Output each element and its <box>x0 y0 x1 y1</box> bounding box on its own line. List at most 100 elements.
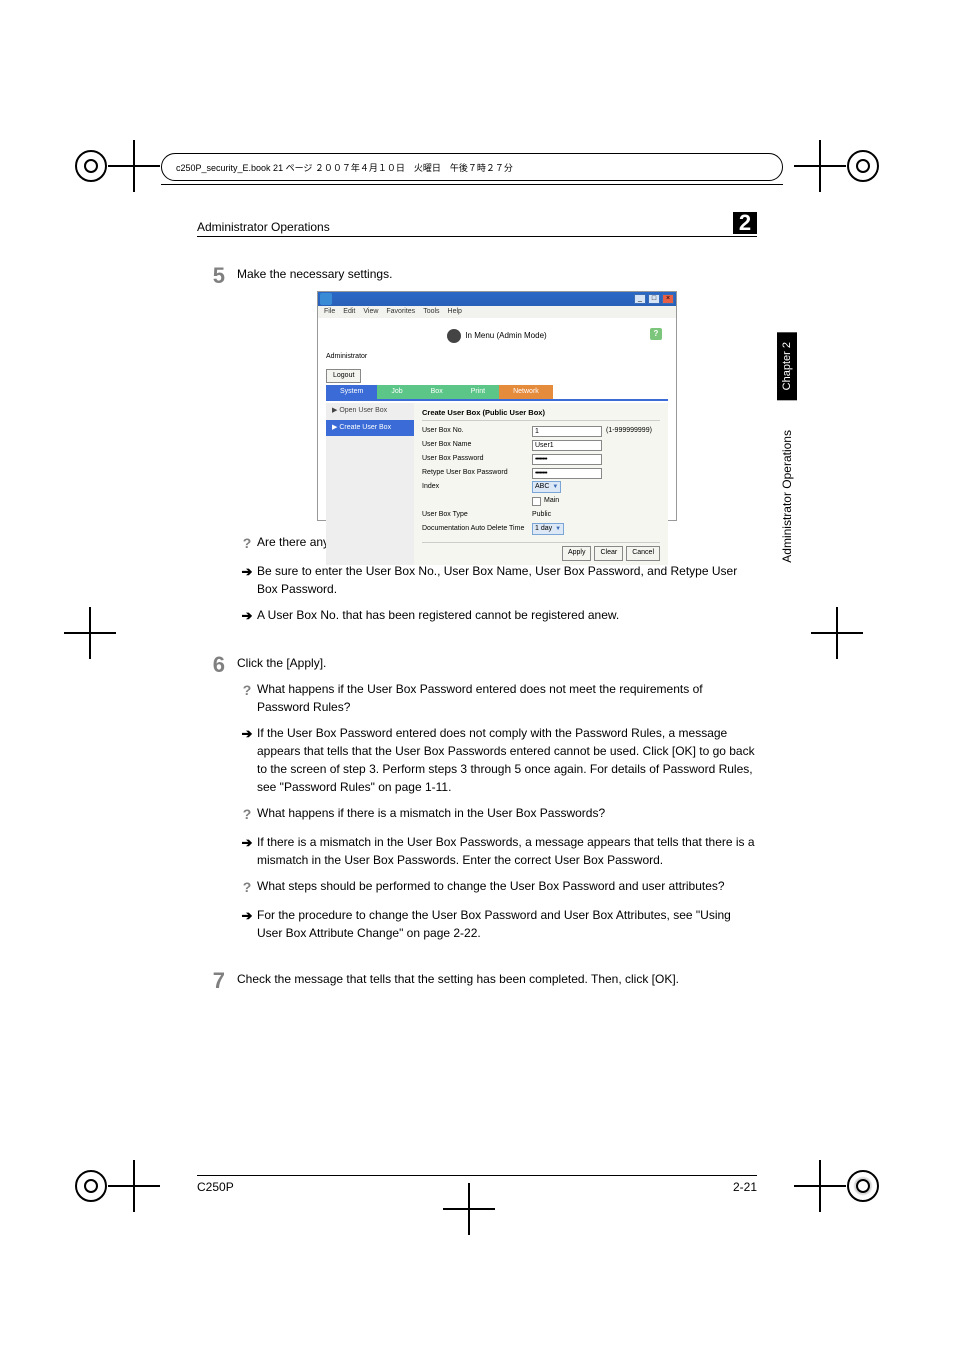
input-user-box-no[interactable]: 1 <box>532 426 602 437</box>
label-main: Main <box>544 496 559 507</box>
chapter-side-text: Administrator Operations <box>780 430 794 563</box>
menu-help[interactable]: Help <box>448 307 462 318</box>
question-icon: ? <box>237 877 257 898</box>
page-title: Administrator Operations <box>197 220 330 234</box>
help-icon[interactable]: ? <box>650 328 662 340</box>
menu-view[interactable]: View <box>363 307 378 318</box>
chapter-number: 2 <box>733 212 757 234</box>
value-user-box-type: Public <box>532 510 551 521</box>
question-icon: ? <box>237 533 257 554</box>
sidebar: Chapter 2 Administrator Operations <box>775 332 799 563</box>
menu-favorites[interactable]: Favorites <box>386 307 415 318</box>
nav-open-user-box[interactable]: ▶ Open User Box <box>326 403 414 420</box>
menu-file[interactable]: File <box>324 307 335 318</box>
answer-text: A User Box No. that has been registered … <box>257 606 757 624</box>
step-number: 5 <box>197 265 237 287</box>
arrow-icon: ➔ <box>237 606 257 626</box>
embedded-screenshot: _ □ × File Edit View Favorites Tools Hel… <box>317 291 677 521</box>
select-auto-delete[interactable]: 1 day▼ <box>532 523 564 535</box>
arrow-icon: ➔ <box>237 562 257 582</box>
app-icon <box>320 293 332 305</box>
step-number: 6 <box>197 654 237 676</box>
label-user-box-type: User Box Type <box>422 510 532 521</box>
maximize-button[interactable]: □ <box>648 294 660 304</box>
step: 6 Click the [Apply]. ?What happens if th… <box>197 654 757 942</box>
menu-edit[interactable]: Edit <box>343 307 355 318</box>
checkbox-main[interactable] <box>532 497 541 506</box>
step: 5 Make the necessary settings. _ □ × Fil… <box>197 265 757 626</box>
header-row: Administrator Operations 2 <box>197 212 757 237</box>
tab-network[interactable]: Network <box>499 385 553 399</box>
form-title: Create User Box (Public User Box) <box>422 407 660 421</box>
admin-row: Administrator <box>318 348 676 365</box>
arrow-icon: ➔ <box>237 833 257 853</box>
footer-model: C250P <box>197 1180 234 1194</box>
frame-header: c250P_security_E.book 21 ページ ２００７年４月１０日 … <box>161 153 783 181</box>
clear-button[interactable]: Clear <box>594 546 623 561</box>
answer-text: Be sure to enter the User Box No., User … <box>257 562 757 598</box>
chevron-down-icon: ▼ <box>552 483 558 492</box>
label-user-box-name: User Box Name <box>422 440 532 451</box>
window-titlebar: _ □ × <box>318 292 676 306</box>
step-text: Make the necessary settings. <box>237 265 757 283</box>
chevron-down-icon: ▼ <box>555 525 561 534</box>
question-icon: ? <box>237 680 257 701</box>
label-auto-delete: Documentation Auto Delete Time <box>422 524 532 535</box>
tabs-underline <box>326 399 668 401</box>
minimize-button[interactable]: _ <box>634 294 646 304</box>
cancel-button[interactable]: Cancel <box>626 546 660 561</box>
input-retype-password[interactable]: •••••••• <box>532 468 602 479</box>
step: 7 Check the message that tells that the … <box>197 970 757 992</box>
select-index[interactable]: ABC▼ <box>532 481 561 493</box>
reg-mark <box>805 150 879 182</box>
frame-header-wrap: c250P_security_E.book 21 ページ ２００７年４月１０日 … <box>161 153 783 185</box>
content: Administrator Operations 2 5 Make the ne… <box>197 212 757 992</box>
admin-header: In Menu (Admin Mode) ? <box>318 324 676 348</box>
reg-mark <box>822 618 852 648</box>
arrow-icon: ➔ <box>237 906 257 926</box>
tabs: System Job Box Print Network <box>326 385 668 399</box>
question-text: What steps should be performed to change… <box>257 877 757 895</box>
note-range: (1-999999999) <box>606 426 652 437</box>
menu-bar: File Edit View Favorites Tools Help <box>318 306 676 318</box>
step-number: 7 <box>197 970 237 992</box>
footer: C250P 2-21 <box>197 1175 757 1194</box>
side-nav: ▶ Open User Box ▶ Create User Box <box>326 403 414 565</box>
printer-icon <box>447 329 461 343</box>
select-index-value: ABC <box>535 482 549 493</box>
reg-mark <box>75 1170 149 1202</box>
menu-tools[interactable]: Tools <box>423 307 439 318</box>
input-user-box-password[interactable]: •••••••• <box>532 454 602 465</box>
question-text: What happens if there is a mismatch in t… <box>257 804 757 822</box>
close-button[interactable]: × <box>662 294 674 304</box>
nav-create-user-box[interactable]: ▶ Create User Box <box>326 420 414 437</box>
tab-system[interactable]: System <box>326 385 377 399</box>
chapter-tab: Chapter 2 <box>777 332 797 400</box>
panel: ▶ Open User Box ▶ Create User Box Create… <box>326 403 668 565</box>
arrow-icon: ➔ <box>237 724 257 744</box>
label-index: Index <box>422 482 532 493</box>
step-text: Check the message that tells that the se… <box>237 970 757 988</box>
select-auto-delete-value: 1 day <box>535 524 552 535</box>
answer-text: For the procedure to change the User Box… <box>257 906 757 942</box>
form-panel: Create User Box (Public User Box) User B… <box>414 403 668 565</box>
reg-mark <box>75 150 149 182</box>
mode-label: In Menu (Admin Mode) <box>465 330 546 342</box>
label-user-box-no: User Box No. <box>422 426 532 437</box>
reg-mark <box>805 1170 879 1202</box>
footer-page: 2-21 <box>733 1180 757 1194</box>
reg-mark <box>454 1194 484 1224</box>
answer-text: If the User Box Password entered does no… <box>257 724 757 796</box>
step-text: Click the [Apply]. <box>237 654 757 672</box>
question-icon: ? <box>237 804 257 825</box>
input-user-box-name[interactable]: User1 <box>532 440 602 451</box>
administrator-label: Administrator <box>326 352 367 363</box>
logout-button[interactable]: Logout <box>326 369 361 384</box>
reg-mark <box>75 618 105 648</box>
label-retype-password: Retype User Box Password <box>422 468 532 479</box>
tab-box[interactable]: Box <box>417 385 457 399</box>
apply-button[interactable]: Apply <box>562 546 592 561</box>
tab-print[interactable]: Print <box>457 385 499 399</box>
question-text: What happens if the User Box Password en… <box>257 680 757 716</box>
tab-job[interactable]: Job <box>377 385 416 399</box>
